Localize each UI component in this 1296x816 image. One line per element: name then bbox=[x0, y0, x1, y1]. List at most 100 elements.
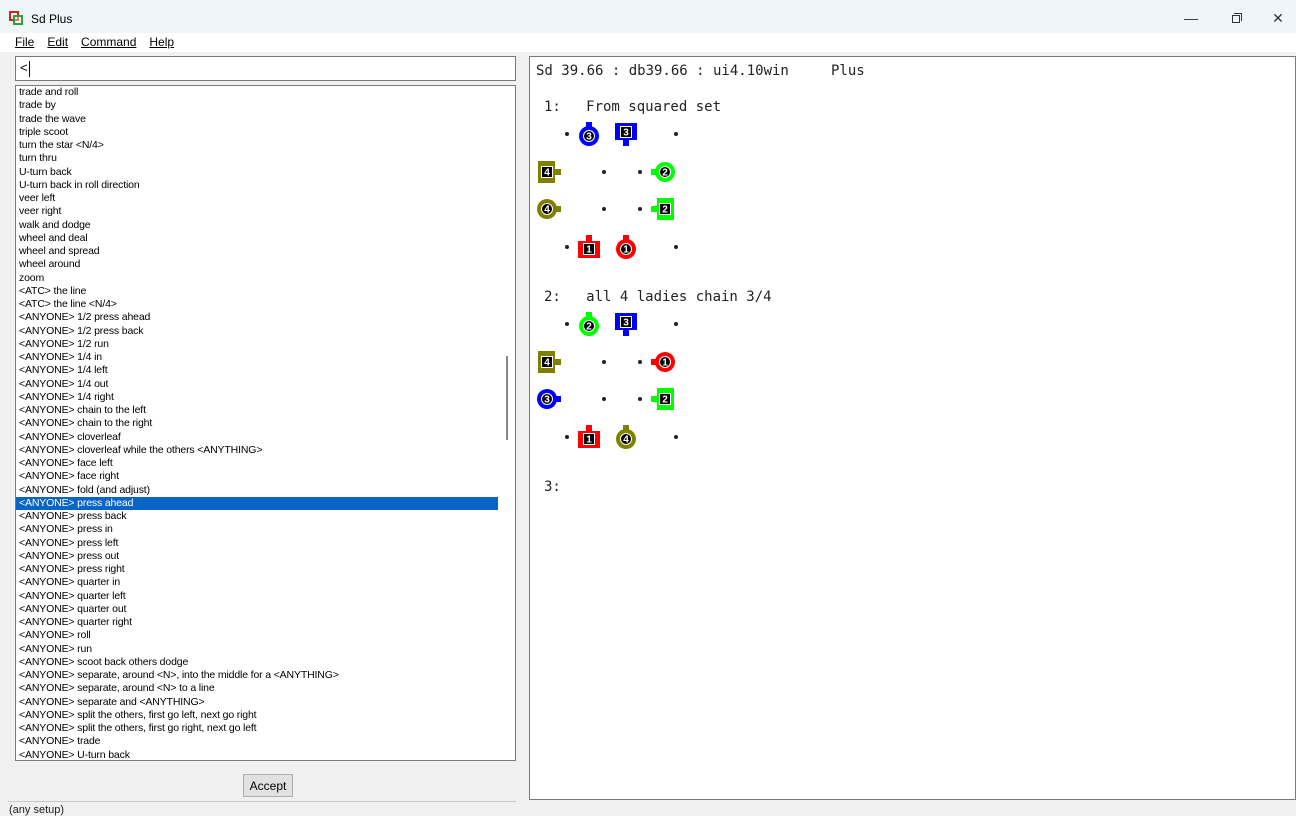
call-list-scrollbar[interactable] bbox=[498, 86, 515, 760]
call-list-item[interactable]: <ANYONE> 1/2 press ahead bbox=[16, 311, 498, 324]
call-list-item[interactable]: <ATC> the line bbox=[16, 285, 498, 298]
call-list-items: trade and roll trade by trade the wave trip… bbox=[16, 86, 498, 761]
boy-dancer-icon: 3 bbox=[613, 311, 639, 337]
call-list-item[interactable]: <ANYONE> press back bbox=[16, 510, 498, 523]
call-list-item[interactable]: <ANYONE> chain to the right bbox=[16, 417, 498, 430]
menu-bar: File Edit Command Help bbox=[0, 33, 1296, 52]
call-list-item[interactable]: turn the star <N/4> bbox=[16, 139, 498, 152]
call-list-item[interactable]: <ANYONE> face right bbox=[16, 470, 498, 483]
call-list-item[interactable]: trade by bbox=[16, 99, 498, 112]
menu-file-label: File bbox=[15, 35, 35, 49]
call-list-item[interactable]: <ANYONE> separate and <ANYTHING> bbox=[16, 696, 498, 709]
dancer-number: 1 bbox=[662, 357, 668, 368]
call-list-item[interactable]: <ANYONE> 1/4 in bbox=[16, 351, 498, 364]
call-list[interactable]: trade and roll trade by trade the wave trip… bbox=[15, 85, 516, 761]
command-input[interactable]: < bbox=[15, 56, 516, 81]
call-list-item[interactable]: <ANYONE> cloverleaf bbox=[16, 431, 498, 444]
call-list-item[interactable]: <ANYONE> roll bbox=[16, 629, 498, 642]
app-icon bbox=[9, 11, 23, 25]
call-list-item[interactable]: <ANYONE> fold (and adjust) bbox=[16, 484, 498, 497]
close-icon: ✕ bbox=[1272, 9, 1284, 26]
call-list-item[interactable]: <ANYONE> trade bbox=[16, 735, 498, 748]
call-list-item[interactable]: zoom bbox=[16, 272, 498, 285]
restore-icon bbox=[1232, 13, 1242, 23]
call-list-item[interactable]: wheel around bbox=[16, 258, 498, 271]
menu-command[interactable]: Command bbox=[74, 33, 142, 52]
call-list-item[interactable]: <ANYONE> press left bbox=[16, 537, 498, 550]
call-list-item[interactable]: walk and dodge bbox=[16, 219, 498, 232]
call-list-item[interactable]: wheel and deal bbox=[16, 232, 498, 245]
dancer-number: 3 bbox=[586, 132, 592, 143]
girl-dancer-icon: 4 bbox=[536, 196, 562, 222]
call-list-item[interactable]: <ANYONE> press right bbox=[16, 563, 498, 576]
dancer-number: 2 bbox=[662, 205, 668, 216]
call-list-item[interactable]: <ANYONE> quarter right bbox=[16, 616, 498, 629]
call-list-item[interactable]: <ATC> the line <N/4> bbox=[16, 298, 498, 311]
call-list-item[interactable]: <ANYONE> split the others, first go righ… bbox=[16, 722, 498, 735]
call-list-item[interactable]: trade and roll bbox=[16, 86, 498, 99]
call-list-item[interactable]: <ANYONE> 1/4 left bbox=[16, 364, 498, 377]
dancer-number: 3 bbox=[623, 128, 629, 139]
call-list-item[interactable]: <ANYONE> quarter left bbox=[16, 590, 498, 603]
menu-help-label: Help bbox=[149, 35, 175, 49]
empty-spot-dot bbox=[638, 207, 642, 211]
call-list-item[interactable]: <ANYONE> 1/2 press back bbox=[16, 325, 498, 338]
call-list-item[interactable]: triple scoot bbox=[16, 126, 498, 139]
call-list-item[interactable]: <ANYONE> cloverleaf while the others <AN… bbox=[16, 444, 498, 457]
dancer-number: 4 bbox=[623, 434, 629, 445]
call-list-item[interactable]: <ANYONE> press ahead bbox=[16, 496, 498, 510]
dancer-number: 3 bbox=[544, 395, 550, 406]
call-list-item[interactable]: veer left bbox=[16, 192, 498, 205]
call-list-item[interactable]: wheel and spread bbox=[16, 245, 498, 258]
call-list-item[interactable]: <ANYONE> U-turn back bbox=[16, 749, 498, 761]
call-list-item[interactable]: <ANYONE> 1/4 right bbox=[16, 391, 498, 404]
call-list-item[interactable]: U-turn back bbox=[16, 166, 498, 179]
call-list-item[interactable]: <ANYONE> quarter out bbox=[16, 603, 498, 616]
sequence-step-label: 1: From squared set bbox=[544, 99, 722, 115]
call-list-item[interactable]: <ANYONE> separate, around <N> to a line bbox=[16, 682, 498, 695]
empty-spot-dot bbox=[602, 359, 606, 364]
call-list-item[interactable]: <ANYONE> scoot back others dodge bbox=[16, 656, 498, 669]
dancer-number: 2 bbox=[662, 167, 668, 178]
menu-file[interactable]: File bbox=[8, 33, 40, 52]
dancer-number: 1 bbox=[586, 244, 592, 255]
minimize-button[interactable]: — bbox=[1168, 4, 1214, 32]
command-input-value: < bbox=[20, 60, 28, 75]
call-list-item[interactable]: U-turn back in roll direction bbox=[16, 179, 498, 192]
call-list-item[interactable]: <ANYONE> separate, around <N>, into the … bbox=[16, 669, 498, 682]
dancer-number: 3 bbox=[623, 318, 629, 329]
empty-spot-dot bbox=[565, 322, 569, 326]
empty-spot-dot bbox=[674, 132, 678, 136]
scrollbar-thumb[interactable] bbox=[506, 356, 508, 440]
call-list-item[interactable]: <ANYONE> run bbox=[16, 643, 498, 656]
call-list-item[interactable]: veer right bbox=[16, 205, 498, 218]
call-list-item[interactable]: <ANYONE> press in bbox=[16, 523, 498, 536]
call-list-item[interactable]: <ANYONE> face left bbox=[16, 457, 498, 470]
menu-help[interactable]: Help bbox=[142, 33, 180, 52]
empty-spot-dot bbox=[638, 359, 642, 364]
dancer-number: 1 bbox=[623, 244, 629, 255]
boy-dancer-icon: 3 bbox=[613, 121, 639, 147]
empty-spot-dot bbox=[638, 169, 642, 174]
call-list-item[interactable]: trade the wave bbox=[16, 113, 498, 126]
accept-button[interactable]: Accept bbox=[243, 774, 293, 797]
version-header: Sd 39.66 : db39.66 : ui4.10win Plus bbox=[536, 63, 865, 79]
call-list-item[interactable]: <ANYONE> quarter in bbox=[16, 576, 498, 589]
girl-dancer-icon: 2 bbox=[576, 311, 602, 337]
restore-button[interactable] bbox=[1214, 4, 1260, 32]
sequence-output[interactable]: Sd 39.66 : db39.66 : ui4.10win Plus 1: F… bbox=[529, 56, 1296, 800]
close-button[interactable]: ✕ bbox=[1260, 4, 1296, 32]
call-list-item[interactable]: <ANYONE> chain to the left bbox=[16, 404, 498, 417]
call-list-item[interactable]: <ANYONE> split the others, first go left… bbox=[16, 709, 498, 722]
sequence-step-label: 3: bbox=[544, 479, 561, 495]
empty-spot-dot bbox=[674, 244, 678, 249]
menu-edit[interactable]: Edit bbox=[40, 33, 74, 52]
call-list-item[interactable]: <ANYONE> 1/2 run bbox=[16, 338, 498, 351]
empty-spot-dot bbox=[638, 397, 642, 401]
call-list-item[interactable]: <ANYONE> press out bbox=[16, 550, 498, 563]
boy-dancer-icon: 2 bbox=[650, 386, 676, 412]
menu-edit-label: Edit bbox=[47, 35, 69, 49]
girl-dancer-icon: 3 bbox=[576, 121, 602, 147]
call-list-item[interactable]: <ANYONE> 1/4 out bbox=[16, 378, 498, 391]
call-list-item[interactable]: turn thru bbox=[16, 152, 498, 165]
